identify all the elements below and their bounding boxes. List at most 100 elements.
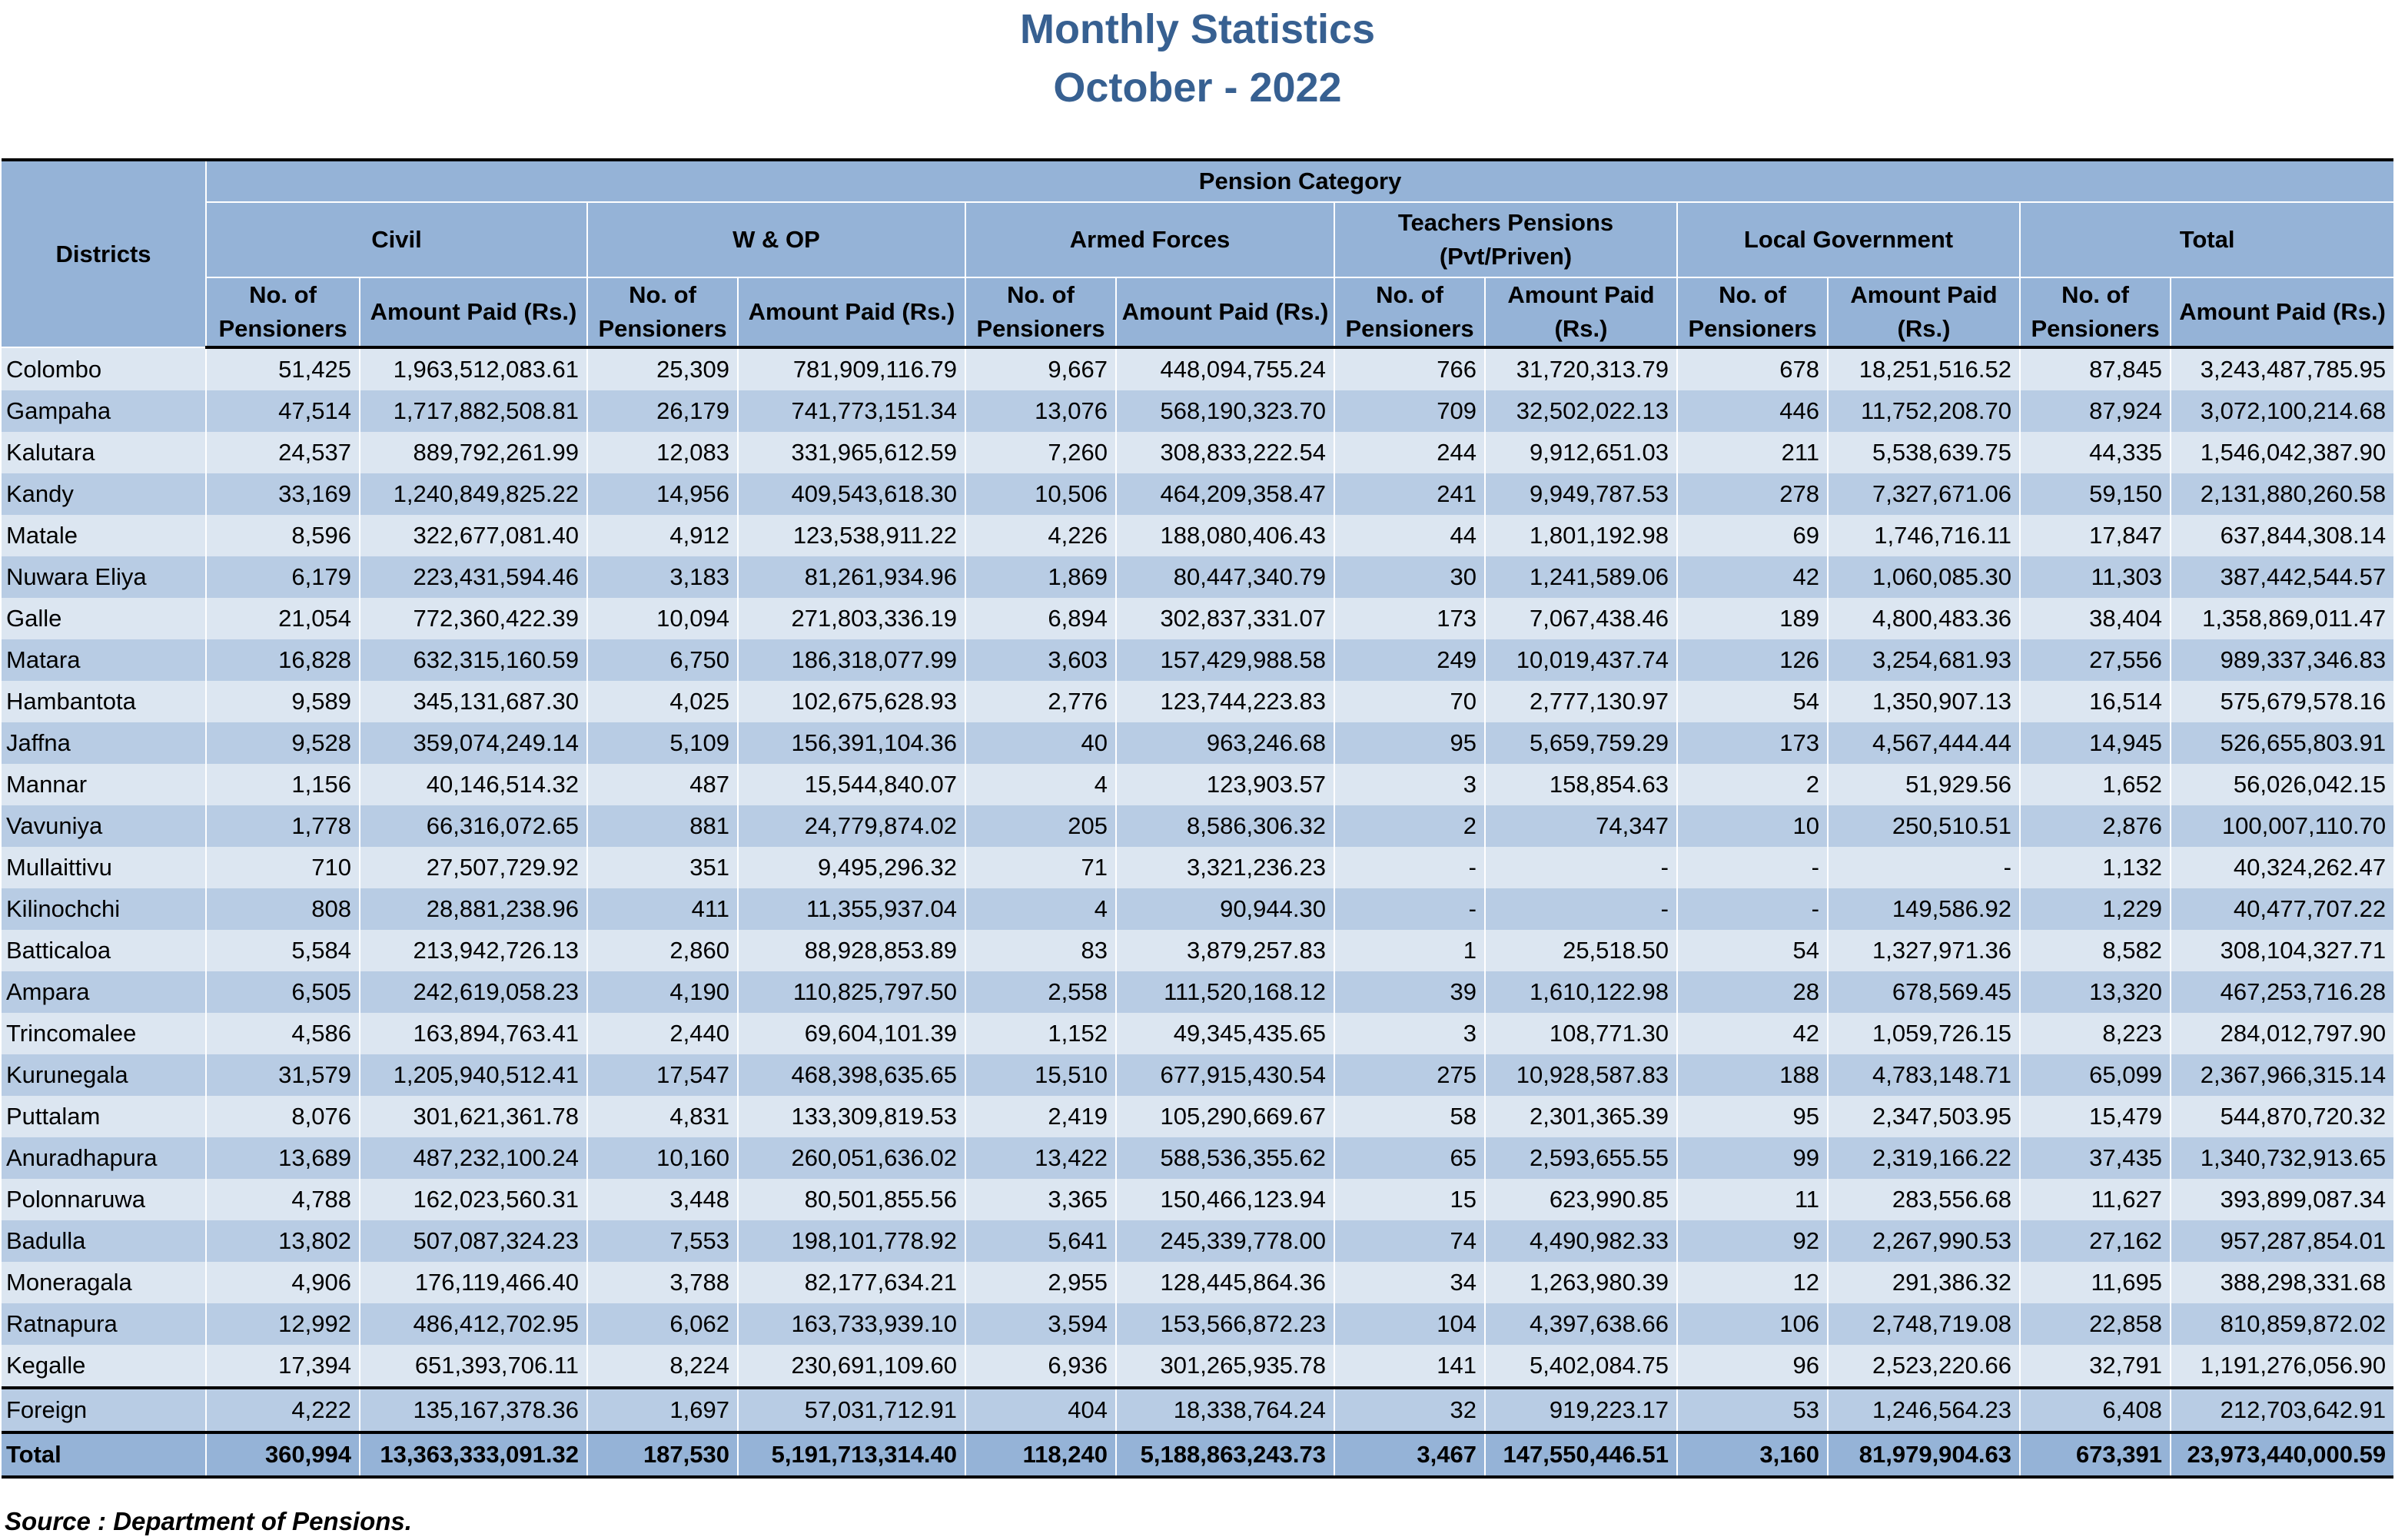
- foreign-row: Foreign 4,222 135,167,378.36 1,697 57,031,71…: [2, 1386, 2394, 1432]
- pensioners-count-cell: 3,448: [586, 1179, 738, 1220]
- amount-paid-cell: 5,188,863,243.73: [1115, 1431, 1334, 1479]
- pensioners-count-cell: 12,083: [586, 432, 738, 473]
- table-row: Anuradhapura 13,689 487,232,100.24 10,160 26…: [2, 1137, 2394, 1179]
- amount-paid-cell: 81,261,934.96: [737, 556, 965, 598]
- pensioners-count-cell: 42: [1676, 556, 1828, 598]
- pensioners-count-cell: 766: [1334, 347, 1485, 390]
- district-name: Kurunegala: [2, 1054, 206, 1096]
- pensioners-count-cell: 6,505: [205, 971, 360, 1013]
- amount-paid-cell: 1,963,512,083.61: [359, 347, 587, 390]
- pensioners-count-cell: 13,802: [205, 1220, 360, 1262]
- amount-paid-cell: 66,316,072.65: [359, 805, 587, 847]
- amount-paid-cell: 158,854.63: [1484, 764, 1677, 805]
- pensioners-count-cell: 187,530: [586, 1431, 738, 1479]
- pension-statistics-table: Districts Pension Category Civil W & OP Ar…: [2, 158, 2394, 1479]
- pensioners-count-cell: 13,689: [205, 1137, 360, 1179]
- pensioners-count-cell: 11,303: [2019, 556, 2171, 598]
- table-row: Badulla 13,802 507,087,324.23 7,553 198,101,…: [2, 1220, 2394, 1262]
- pensioners-count-cell: 5,584: [205, 930, 360, 971]
- amount-paid-cell: 3,072,100,214.68: [2169, 390, 2394, 432]
- amount-paid-cell: 308,104,327.71: [2169, 930, 2394, 971]
- pensioners-count-cell: 211: [1676, 432, 1828, 473]
- amount-paid-cell: 245,339,778.00: [1115, 1220, 1334, 1262]
- table-row: Nuwara Eliya 6,179 223,431,594.46 3,183 81,2…: [2, 556, 2394, 598]
- pensioners-count-cell: 4: [965, 764, 1116, 805]
- amount-paid-cell: 212,703,642.91: [2169, 1386, 2394, 1432]
- district-name: Moneragala: [2, 1262, 206, 1303]
- amount-paid-cell: 1,263,980.39: [1484, 1262, 1677, 1303]
- table-row: Jaffna 9,528 359,074,249.14 5,109 156,391,10…: [2, 722, 2394, 764]
- table-header: Districts Pension Category Civil W & OP Ar…: [2, 158, 2394, 349]
- table-row: Colombo 51,425 1,963,512,083.61 25,309 781,9…: [2, 347, 2394, 390]
- amount-paid-cell: 230,691,109.60: [737, 1345, 965, 1388]
- pensioners-count-header: No. of Pensioners: [1334, 277, 1485, 349]
- source-note: Source : Department of Pensions.: [5, 1507, 412, 1535]
- pensioners-count-cell: 71: [965, 847, 1116, 888]
- amount-paid-cell: 198,101,778.92: [737, 1220, 965, 1262]
- pensioners-count-cell: 26,179: [586, 390, 738, 432]
- district-name: Ratnapura: [2, 1303, 206, 1345]
- amount-paid-cell: 133,309,819.53: [737, 1096, 965, 1137]
- amount-paid-cell: 40,324,262.47: [2169, 847, 2394, 888]
- amount-paid-header: Amount Paid (Rs.): [1827, 277, 2020, 349]
- pensioners-count-cell: 2,876: [2019, 805, 2171, 847]
- district-name: Mannar: [2, 764, 206, 805]
- pensioners-count-cell: 2,419: [965, 1096, 1116, 1137]
- table-row: Ratnapura 12,992 486,412,702.95 6,062 163,73…: [2, 1303, 2394, 1345]
- district-name: Batticaloa: [2, 930, 206, 971]
- amount-paid-cell: 1,240,849,825.22: [359, 473, 587, 515]
- amount-paid-cell: 393,899,087.34: [2169, 1179, 2394, 1220]
- pensioners-count-cell: 2,955: [965, 1262, 1116, 1303]
- amount-paid-cell: 135,167,378.36: [359, 1386, 587, 1432]
- page-title: Monthly Statistics: [1019, 6, 1376, 52]
- amount-paid-cell: 88,928,853.89: [737, 930, 965, 971]
- pensioners-count-cell: 411: [586, 888, 738, 930]
- amount-paid-cell: 651,393,706.11: [359, 1345, 587, 1388]
- amount-paid-cell: 345,131,687.30: [359, 681, 587, 722]
- pensioners-count-cell: 4,586: [205, 1013, 360, 1054]
- amount-paid-cell: 176,119,466.40: [359, 1262, 587, 1303]
- district-name: Total: [2, 1431, 206, 1479]
- amount-paid-cell: 4,783,148.71: [1827, 1054, 2020, 1096]
- pensioners-count-cell: 4,788: [205, 1179, 360, 1220]
- pensioners-count-cell: 1,132: [2019, 847, 2171, 888]
- pensioners-count-cell: 5,109: [586, 722, 738, 764]
- table-row: Mannar 1,156 40,146,514.32 487 15,544,840.07…: [2, 764, 2394, 805]
- pensioners-count-cell: -: [1334, 888, 1485, 930]
- pensioners-count-cell: 3,365: [965, 1179, 1116, 1220]
- amount-paid-cell: 250,510.51: [1827, 805, 2020, 847]
- pensioners-count-cell: 54: [1676, 681, 1828, 722]
- amount-paid-cell: 153,566,872.23: [1115, 1303, 1334, 1345]
- amount-paid-cell: 1,746,716.11: [1827, 515, 2020, 556]
- amount-paid-cell: 24,779,874.02: [737, 805, 965, 847]
- amount-paid-cell: 9,949,787.53: [1484, 473, 1677, 515]
- pensioners-count-cell: 65,099: [2019, 1054, 2171, 1096]
- amount-paid-cell: 9,495,296.32: [737, 847, 965, 888]
- pensioners-count-cell: 4,222: [205, 1386, 360, 1432]
- pensioners-count-cell: 3: [1334, 764, 1485, 805]
- amount-paid-cell: 108,771.30: [1484, 1013, 1677, 1054]
- amount-paid-cell: 526,655,803.91: [2169, 722, 2394, 764]
- amount-paid-cell: 81,979,904.63: [1827, 1431, 2020, 1479]
- pensioners-count-header: No. of Pensioners: [2019, 277, 2171, 349]
- pensioners-count-cell: 92: [1676, 1220, 1828, 1262]
- pensioners-count-cell: 104: [1334, 1303, 1485, 1345]
- amount-paid-cell: 3,243,487,785.95: [2169, 347, 2394, 390]
- pensioners-count-cell: 11: [1676, 1179, 1828, 1220]
- amount-paid-cell: 110,825,797.50: [737, 971, 965, 1013]
- amount-paid-cell: 80,447,340.79: [1115, 556, 1334, 598]
- pensioners-count-cell: -: [1676, 847, 1828, 888]
- pensioners-count-cell: 40: [965, 722, 1116, 764]
- pensioners-count-cell: 487: [586, 764, 738, 805]
- amount-paid-cell: 102,675,628.93: [737, 681, 965, 722]
- pensioners-count-cell: 14,945: [2019, 722, 2171, 764]
- pensioners-count-cell: 4,831: [586, 1096, 738, 1137]
- district-name: Matale: [2, 515, 206, 556]
- pensioners-count-cell: 65: [1334, 1137, 1485, 1179]
- amount-paid-cell: 74,347: [1484, 805, 1677, 847]
- amount-paid-cell: 331,965,612.59: [737, 432, 965, 473]
- amount-paid-cell: 7,327,671.06: [1827, 473, 2020, 515]
- amount-paid-cell: 4,397,638.66: [1484, 1303, 1677, 1345]
- amount-paid-cell: 90,944.30: [1115, 888, 1334, 930]
- pensioners-count-cell: 33,169: [205, 473, 360, 515]
